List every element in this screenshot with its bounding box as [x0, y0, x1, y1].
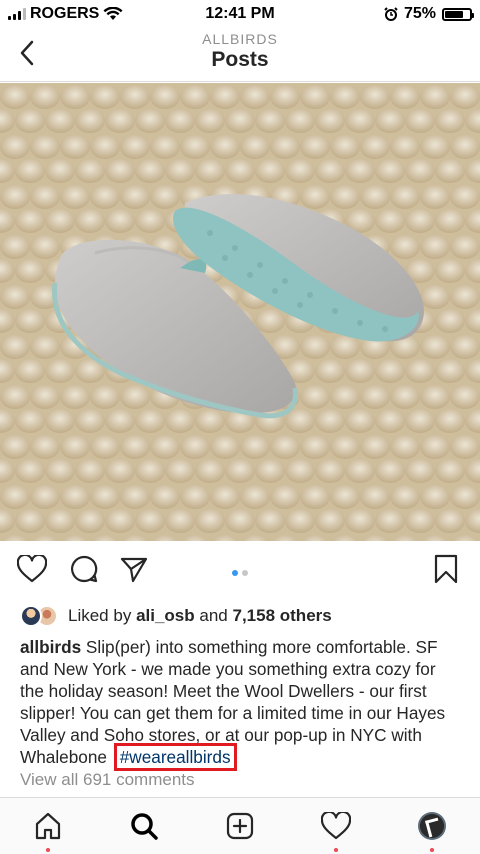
tab-new-post[interactable]: [222, 808, 258, 844]
home-icon: [35, 812, 61, 840]
nav-header: ALLBIRDS Posts: [0, 28, 480, 82]
status-bar: ROGERS 12:41 PM 75%: [0, 0, 480, 28]
heart-icon: [17, 555, 47, 583]
tab-search[interactable]: [126, 808, 162, 844]
tab-bar: [0, 797, 480, 854]
like-button[interactable]: [14, 551, 50, 587]
liker-avatars: [20, 604, 62, 628]
profile-avatar: [418, 812, 446, 840]
tab-profile[interactable]: [414, 808, 450, 852]
send-icon: [120, 557, 148, 583]
avatar: [20, 605, 42, 627]
likes-prefix: Liked by: [68, 606, 132, 625]
hashtag-link[interactable]: #weareallbirds: [113, 743, 237, 771]
likes-count[interactable]: 7,158 others: [233, 606, 332, 626]
account-name: ALLBIRDS: [202, 31, 278, 47]
share-button[interactable]: [116, 551, 152, 587]
search-icon: [131, 813, 158, 840]
notification-dot: [430, 848, 434, 852]
likes-row[interactable]: Liked by ali_osb and 7,158 others: [20, 604, 332, 628]
tab-home[interactable]: [30, 808, 66, 852]
add-icon: [226, 812, 254, 840]
tab-activity[interactable]: [318, 808, 354, 852]
likes-joiner: and: [199, 606, 228, 625]
liker-username[interactable]: ali_osb: [136, 606, 195, 626]
carousel-indicator: [0, 570, 480, 576]
comment-button[interactable]: [66, 551, 102, 587]
notification-dot: [334, 848, 338, 852]
caption-author[interactable]: allbirds: [20, 637, 81, 657]
post-caption: allbirds Slip(per) into something more c…: [20, 636, 464, 771]
view-all-comments[interactable]: View all 691 comments: [20, 770, 195, 790]
page-title: Posts: [211, 48, 269, 71]
carousel-dot: [242, 570, 248, 576]
save-button[interactable]: [428, 551, 464, 587]
carousel-dot: [232, 570, 238, 576]
alarm-icon: [384, 7, 398, 21]
battery-icon: [442, 7, 474, 21]
comment-icon: [71, 555, 98, 583]
bookmark-icon: [434, 554, 458, 584]
heart-icon: [321, 812, 351, 840]
post-image[interactable]: [0, 83, 480, 541]
battery-percent: 75%: [403, 5, 436, 22]
status-right: 75%: [384, 5, 474, 23]
notification-dot: [46, 848, 50, 852]
